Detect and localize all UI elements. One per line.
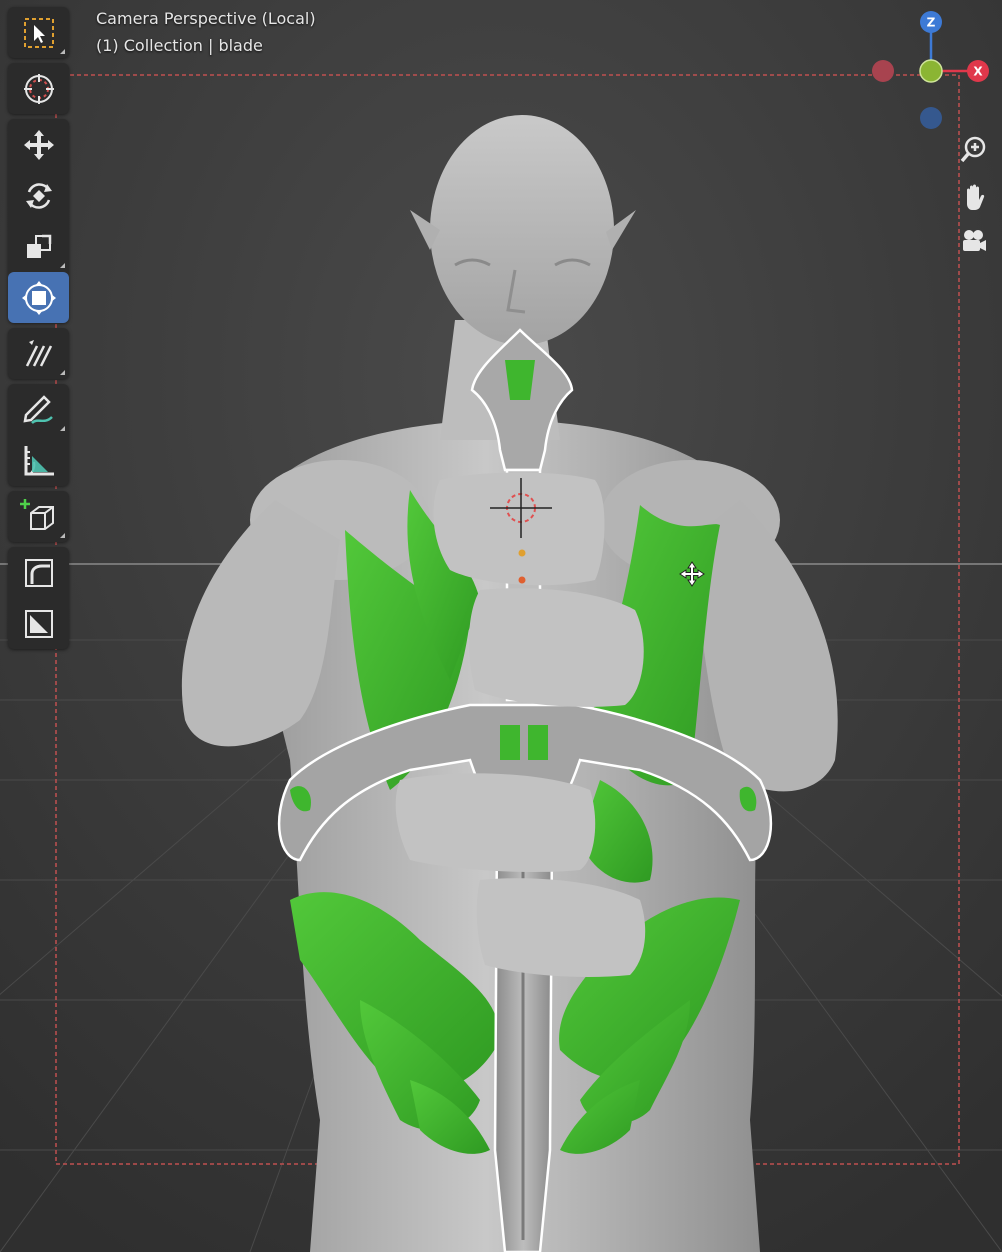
camera-button[interactable] [955, 224, 993, 262]
select-box-tool[interactable] [8, 7, 69, 58]
bevel-tool[interactable] [8, 547, 69, 598]
rotate-icon [21, 178, 57, 214]
tool-shelf [8, 7, 69, 654]
gizmo-y-axis[interactable] [919, 59, 943, 83]
zoom-button[interactable] [955, 133, 993, 171]
select-cursor-icon [22, 16, 56, 50]
transform-icon [20, 279, 58, 317]
inset-tool[interactable] [8, 598, 69, 649]
add-cube-icon [19, 497, 59, 537]
add-cube-tool[interactable] [8, 491, 69, 542]
tool-group-draw [8, 384, 69, 486]
annotate-tool[interactable] [8, 328, 69, 379]
tool-group-select [8, 7, 69, 58]
scale-icon [22, 230, 56, 264]
move-icon [21, 127, 57, 163]
annotate-lines-icon [21, 336, 57, 372]
scene: Z X [0, 0, 1002, 1252]
zoom-icon [959, 135, 989, 169]
gizmo-x-label: X [973, 65, 983, 79]
tool-group-transform [8, 119, 69, 323]
viewport-subtitle: (1) Collection | blade [96, 36, 263, 55]
draw-tool[interactable] [8, 384, 69, 435]
gizmo-neg-z[interactable] [920, 107, 942, 129]
tool-group-edit [8, 547, 69, 649]
tool-group-add [8, 491, 69, 542]
pencil-curve-icon [20, 391, 58, 429]
bevel-icon [22, 556, 56, 590]
scale-tool[interactable] [8, 221, 69, 272]
measure-tool[interactable] [8, 435, 69, 486]
tool-group-annotate [8, 328, 69, 379]
move-tool[interactable] [8, 119, 69, 170]
cursor-tool[interactable] [8, 63, 69, 114]
ruler-icon [20, 442, 58, 480]
hand-icon [959, 182, 989, 216]
tool-group-cursor [8, 63, 69, 114]
inset-icon [22, 607, 56, 641]
gizmo-neg-x[interactable] [872, 60, 894, 82]
transform-tool[interactable] [8, 272, 69, 323]
viewport-title: Camera Perspective (Local) [96, 9, 316, 28]
3d-viewport[interactable]: Z X Camera Perspective (Local) (1) Colle… [0, 0, 1002, 1252]
3d-cursor-icon [21, 71, 57, 107]
camera-icon [959, 226, 989, 260]
pan-button[interactable] [955, 180, 993, 218]
rotate-tool[interactable] [8, 170, 69, 221]
gizmo-z-label: Z [927, 16, 936, 30]
